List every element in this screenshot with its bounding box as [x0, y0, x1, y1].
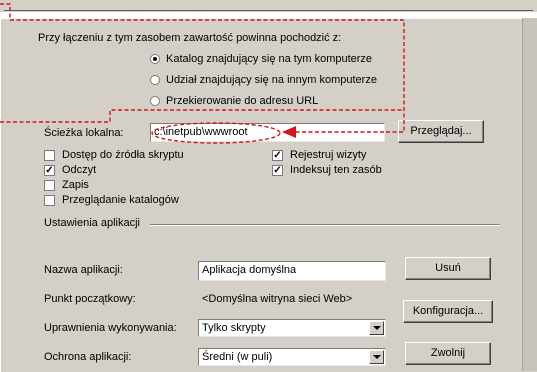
- app-protection-label: Ochrona aplikacji:: [44, 351, 132, 363]
- checkbox-read[interactable]: ✓: [44, 165, 55, 176]
- check-mark-icon: ✓: [273, 165, 282, 176]
- radio-local-directory[interactable]: [150, 54, 160, 64]
- check-mark-icon: ✓: [45, 165, 54, 176]
- start-point-label: Punkt początkowy:: [44, 293, 136, 305]
- dropdown-arrow-icon[interactable]: [369, 321, 384, 335]
- exec-permissions-label: Uprawnienia wykonywania:: [44, 322, 177, 334]
- checkbox-write[interactable]: [44, 180, 55, 191]
- checkbox-script-source-access[interactable]: [44, 150, 55, 161]
- radio-url-redirect-label[interactable]: Przekierowanie do adresu URL: [166, 95, 318, 108]
- app-protection-select[interactable]: Średni (w puli): [198, 348, 386, 366]
- check-mark-icon: ✓: [273, 150, 282, 161]
- read-label[interactable]: Odczyt: [62, 164, 96, 177]
- radio-network-share[interactable]: [150, 75, 160, 85]
- exec-permissions-value: Tylko skrypty: [202, 322, 266, 334]
- app-protection-value: Średni (w puli): [202, 351, 273, 363]
- radio-local-directory-label[interactable]: Katalog znajdujący się na tym komputerze: [166, 53, 372, 66]
- app-settings-heading: Ustawienia aplikacji: [44, 217, 140, 229]
- checkbox-index-resource[interactable]: ✓: [272, 165, 283, 176]
- dropdown-arrow-icon[interactable]: [369, 350, 384, 364]
- radio-url-redirect[interactable]: [150, 96, 160, 106]
- vertical-scrollbar[interactable]: [522, 18, 537, 371]
- script-source-access-label[interactable]: Dostęp do źródła skryptu: [62, 149, 184, 162]
- app-name-input[interactable]: Aplikacja domyślna: [198, 261, 386, 281]
- content-source-heading: Przy łączeniu z tym zasobem zawartość po…: [38, 32, 342, 44]
- write-label[interactable]: Zapis: [62, 179, 89, 192]
- browse-button[interactable]: Przeglądaj...: [398, 120, 484, 143]
- app-settings-separator: [150, 224, 500, 226]
- unload-button[interactable]: Zwolnij: [405, 342, 491, 365]
- checkbox-log-visits[interactable]: ✓: [272, 150, 283, 161]
- index-resource-label[interactable]: Indeksuj ten zasób: [290, 164, 382, 177]
- remove-button[interactable]: Usuń: [405, 257, 491, 280]
- radio-network-share-label[interactable]: Udział znajdujący się na innym komputerz…: [166, 74, 377, 87]
- start-point-value: <Domyślna witryna sieci Web>: [202, 293, 353, 305]
- local-path-label: Ścieżka lokalna:: [44, 127, 124, 139]
- configuration-button[interactable]: Konfiguracja...: [403, 300, 493, 323]
- exec-permissions-select[interactable]: Tylko skrypty: [198, 319, 386, 337]
- directory-browsing-label[interactable]: Przeglądanie katalogów: [62, 194, 179, 207]
- log-visits-label[interactable]: Rejestruj wizyty: [290, 149, 366, 162]
- local-path-input[interactable]: c:\inetpub\wwwroot: [150, 123, 385, 142]
- top-panel-border: [4, 10, 533, 11]
- checkbox-directory-browsing[interactable]: [44, 195, 55, 206]
- app-name-label: Nazwa aplikacji:: [44, 264, 123, 276]
